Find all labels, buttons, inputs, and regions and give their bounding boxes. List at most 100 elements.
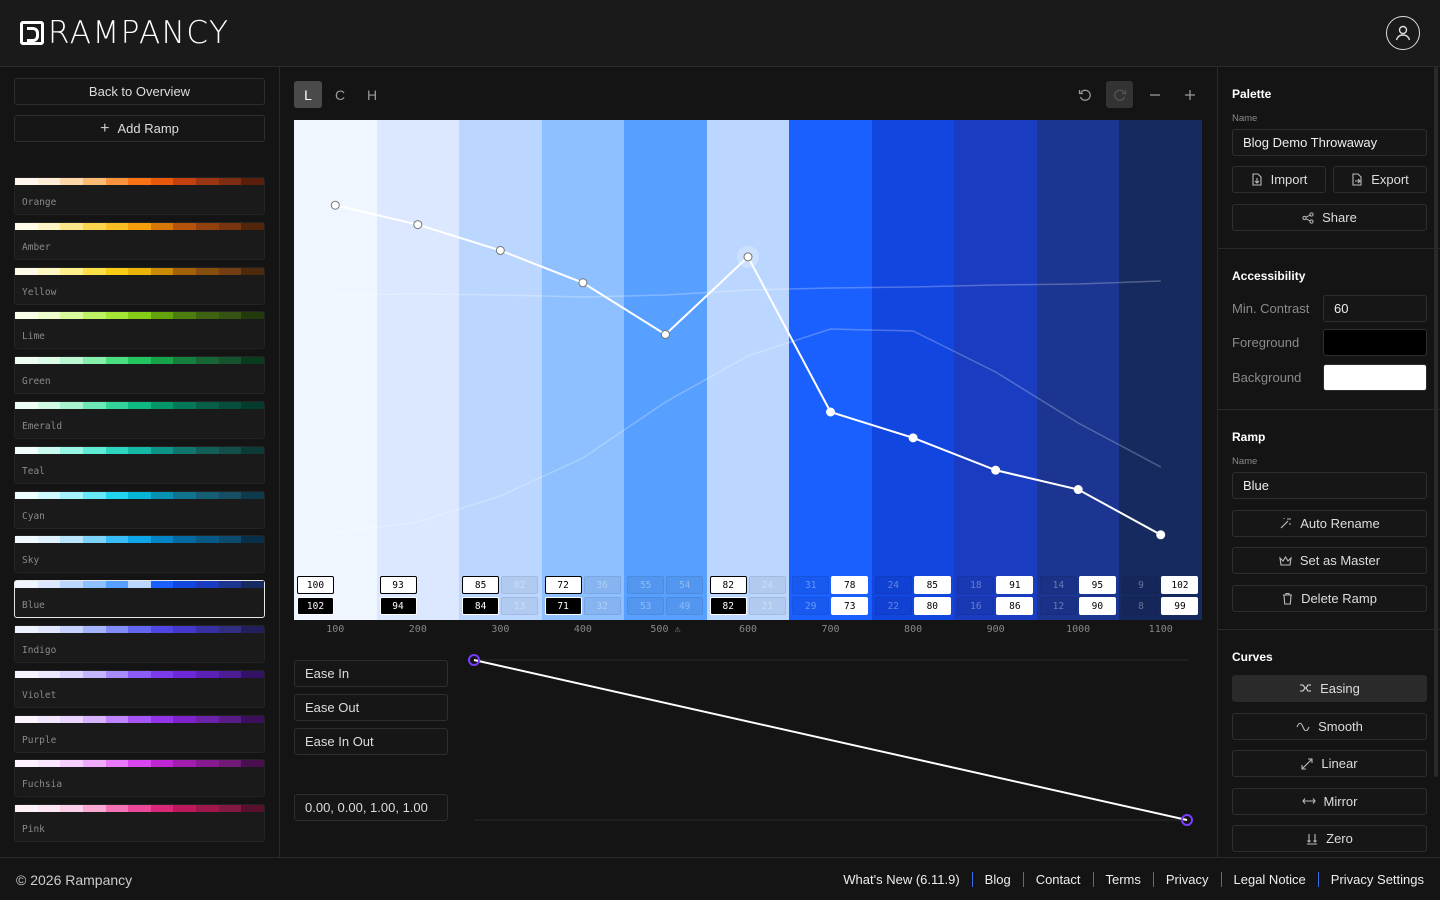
curve-easing-button[interactable]: Easing bbox=[1232, 675, 1427, 702]
ramp-item-yellow[interactable]: Yellow bbox=[14, 266, 265, 305]
set-as-master-button[interactable]: Set as Master bbox=[1232, 547, 1427, 574]
contrast-chip: 14 bbox=[1039, 576, 1077, 594]
step-column-800[interactable]: 24 22 85 80 bbox=[871, 120, 955, 620]
ramp-item-amber[interactable]: Amber bbox=[14, 221, 265, 260]
ramp-item-blue[interactable]: Blue bbox=[14, 580, 265, 619]
auto-rename-button[interactable]: Auto Rename bbox=[1232, 510, 1427, 537]
add-ramp-button[interactable]: + Add Ramp bbox=[14, 115, 265, 142]
step-column-100[interactable]: 100 102 bbox=[294, 120, 377, 620]
curve-smooth-button[interactable]: Smooth bbox=[1232, 712, 1427, 740]
ramp-swatch bbox=[196, 670, 219, 678]
logo[interactable]: RAMPANCY bbox=[20, 15, 229, 51]
share-button[interactable]: Share bbox=[1232, 204, 1427, 231]
ramp-swatch bbox=[196, 267, 219, 275]
ease-in-out-button[interactable]: Ease In Out bbox=[294, 728, 448, 755]
ramp-item-purple[interactable]: Purple bbox=[14, 714, 265, 753]
ramp-item-fuchsia[interactable]: Fuchsia bbox=[14, 759, 265, 798]
step-column-400[interactable]: 72 71 36 32 bbox=[541, 120, 625, 620]
palette-name-input[interactable]: Blog Demo Throwaway bbox=[1232, 129, 1427, 156]
ramp-swatch bbox=[196, 357, 219, 365]
channel-tabs: LCH bbox=[294, 81, 386, 108]
magic-wand-icon bbox=[1279, 517, 1292, 530]
ramp-item-sky[interactable]: Sky bbox=[14, 535, 265, 574]
ramp-item-pink[interactable]: Pink bbox=[14, 804, 265, 843]
ramp-item-lime[interactable]: Lime bbox=[14, 311, 265, 350]
footer-link-privacy-settings[interactable]: Privacy Settings bbox=[1317, 872, 1424, 887]
footer-link-terms[interactable]: Terms bbox=[1092, 872, 1153, 887]
panel-scrollbar[interactable] bbox=[1434, 67, 1438, 777]
redo-icon[interactable] bbox=[1106, 81, 1133, 108]
curve-label: Easing bbox=[1320, 681, 1360, 696]
step-column-500[interactable]: 55 53 54 49 bbox=[624, 120, 707, 620]
axis-label-500: 500 ⚠ bbox=[650, 624, 681, 635]
ramp-color-strip bbox=[15, 536, 265, 544]
step-column-300[interactable]: 85 84 82 13 bbox=[459, 120, 542, 620]
contrast-chip: 8 bbox=[1122, 597, 1160, 615]
step-column-1100[interactable]: 9 8 102 99 bbox=[1119, 120, 1202, 620]
curve-linear-button[interactable]: Linear bbox=[1232, 750, 1427, 778]
ramp-swatch bbox=[196, 760, 219, 768]
ramp-name: Fuchsia bbox=[22, 779, 63, 791]
footer-link-blog[interactable]: Blog bbox=[971, 872, 1023, 887]
curve-mirror-button[interactable]: Mirror bbox=[1232, 787, 1427, 815]
step-column-700[interactable]: 31 29 78 73 bbox=[789, 120, 872, 620]
ramp-name-label: Name bbox=[1232, 456, 1258, 467]
ramp-swatch bbox=[105, 222, 129, 230]
axis-label-600: 600 bbox=[738, 624, 758, 635]
undo-icon[interactable] bbox=[1071, 81, 1098, 108]
footer-link-legal-notice[interactable]: Legal Notice bbox=[1220, 872, 1318, 887]
background-color-picker[interactable] bbox=[1323, 364, 1427, 391]
ramp-color-strip bbox=[15, 222, 265, 230]
zoom-out-icon[interactable] bbox=[1141, 81, 1168, 108]
export-button[interactable]: Export bbox=[1333, 166, 1427, 193]
tab-c[interactable]: C bbox=[326, 81, 354, 108]
curve-zero-button[interactable]: Zero bbox=[1232, 825, 1427, 853]
ramp-swatch bbox=[173, 357, 197, 365]
tab-h[interactable]: H bbox=[358, 81, 386, 108]
ramp-swatch bbox=[128, 715, 151, 723]
step-column-200[interactable]: 93 94 bbox=[376, 120, 460, 620]
ramp-item-green[interactable]: Green bbox=[14, 356, 265, 395]
ramp-swatch bbox=[15, 222, 38, 230]
import-button[interactable]: Import bbox=[1232, 166, 1326, 193]
ramp-name-input[interactable]: Blue bbox=[1232, 472, 1427, 499]
ramp-item-orange[interactable]: Orange bbox=[14, 177, 265, 215]
bezier-input[interactable]: 0.00, 0.00, 1.00, 1.00 bbox=[294, 794, 448, 821]
ramp-item-cyan[interactable]: Cyan bbox=[14, 490, 265, 529]
ramp-swatch bbox=[82, 536, 106, 544]
footer-link-what-s-new-6-11-9[interactable]: What's New (6.11.9) bbox=[831, 872, 971, 887]
ramp-swatch bbox=[128, 402, 151, 409]
palette-name-label: Name bbox=[1232, 113, 1258, 124]
ramp-swatch bbox=[150, 402, 174, 409]
ramp-item-indigo[interactable]: Indigo bbox=[14, 625, 265, 663]
step-column-900[interactable]: 18 16 91 86 bbox=[954, 120, 1037, 620]
ease-in-button[interactable]: Ease In bbox=[294, 660, 448, 687]
foreground-color-picker[interactable] bbox=[1323, 329, 1427, 356]
ease-out-button[interactable]: Ease Out bbox=[294, 694, 448, 721]
tab-l[interactable]: L bbox=[294, 81, 322, 108]
lightness-chart[interactable]: 100 102 93 94 85 84 82 13 72 71 36 32 55 53 54 49 82 82 24… bbox=[294, 120, 1202, 620]
footer-link-privacy[interactable]: Privacy bbox=[1152, 872, 1221, 887]
editor-toolbar bbox=[1071, 81, 1203, 108]
share-icon bbox=[1302, 211, 1314, 224]
footer-link-contact[interactable]: Contact bbox=[1022, 872, 1093, 887]
ramp-swatch bbox=[196, 805, 219, 813]
delete-ramp-button[interactable]: Delete Ramp bbox=[1232, 585, 1427, 612]
ramp-name: Yellow bbox=[22, 286, 57, 298]
curve-label: Mirror bbox=[1323, 793, 1358, 809]
contrast-chip: 49 bbox=[666, 597, 704, 615]
ramp-swatch bbox=[128, 357, 151, 365]
ramp-item-emerald[interactable]: Emerald bbox=[14, 401, 265, 439]
curve-label: Smooth bbox=[1318, 718, 1363, 734]
back-to-overview-button[interactable]: Back to Overview bbox=[14, 78, 265, 105]
user-icon[interactable] bbox=[1386, 16, 1420, 50]
ramp-item-violet[interactable]: Violet bbox=[14, 669, 265, 708]
step-column-1000[interactable]: 14 12 95 90 bbox=[1036, 120, 1120, 620]
min-contrast-input[interactable]: 60 bbox=[1323, 295, 1427, 322]
easing-curve-editor[interactable] bbox=[464, 650, 1204, 830]
ramp-swatch bbox=[150, 670, 174, 678]
ramp-swatch bbox=[173, 491, 197, 499]
ramp-item-teal[interactable]: Teal bbox=[14, 445, 265, 484]
zoom-in-icon[interactable] bbox=[1176, 81, 1203, 108]
step-column-600[interactable]: 82 82 24 21 bbox=[706, 120, 790, 620]
